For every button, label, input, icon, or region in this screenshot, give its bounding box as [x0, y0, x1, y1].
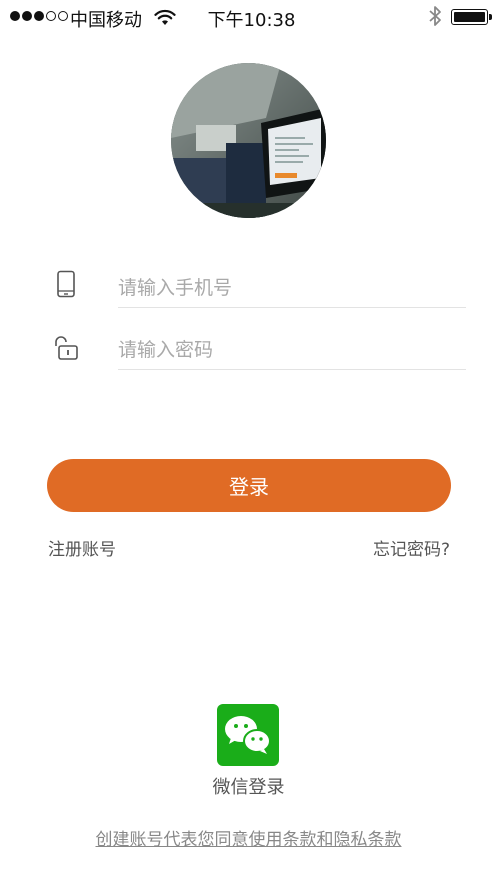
unlock-icon [55, 336, 78, 360]
wechat-icon [225, 716, 271, 754]
avatar[interactable] [171, 63, 326, 218]
wechat-login-button[interactable] [217, 704, 279, 766]
terms-link[interactable]: 创建账号代表您同意使用条款和隐私条款 [0, 825, 497, 850]
clock: 下午10:38 [207, 10, 296, 31]
mobile-phone-icon [57, 270, 75, 298]
wechat-login-label: 微信登录 [212, 777, 285, 798]
forgot-password-link[interactable]: 忘记密码? [373, 535, 450, 560]
phone-input[interactable] [118, 268, 466, 308]
battery-fill [454, 12, 485, 22]
status-bar: 中国移动 下午10:38 [0, 0, 497, 36]
battery-icon [451, 9, 492, 25]
password-input[interactable] [118, 330, 466, 370]
register-link[interactable]: 注册账号 [48, 535, 116, 560]
bluetooth-icon [429, 6, 441, 26]
login-button[interactable]: 登录 [47, 459, 451, 512]
avatar-photo [171, 63, 326, 218]
login-screen: 中国移动 下午10:38 请输入手机号 登录 注册账号 忘记密码? 微信登录 创… [0, 0, 497, 883]
